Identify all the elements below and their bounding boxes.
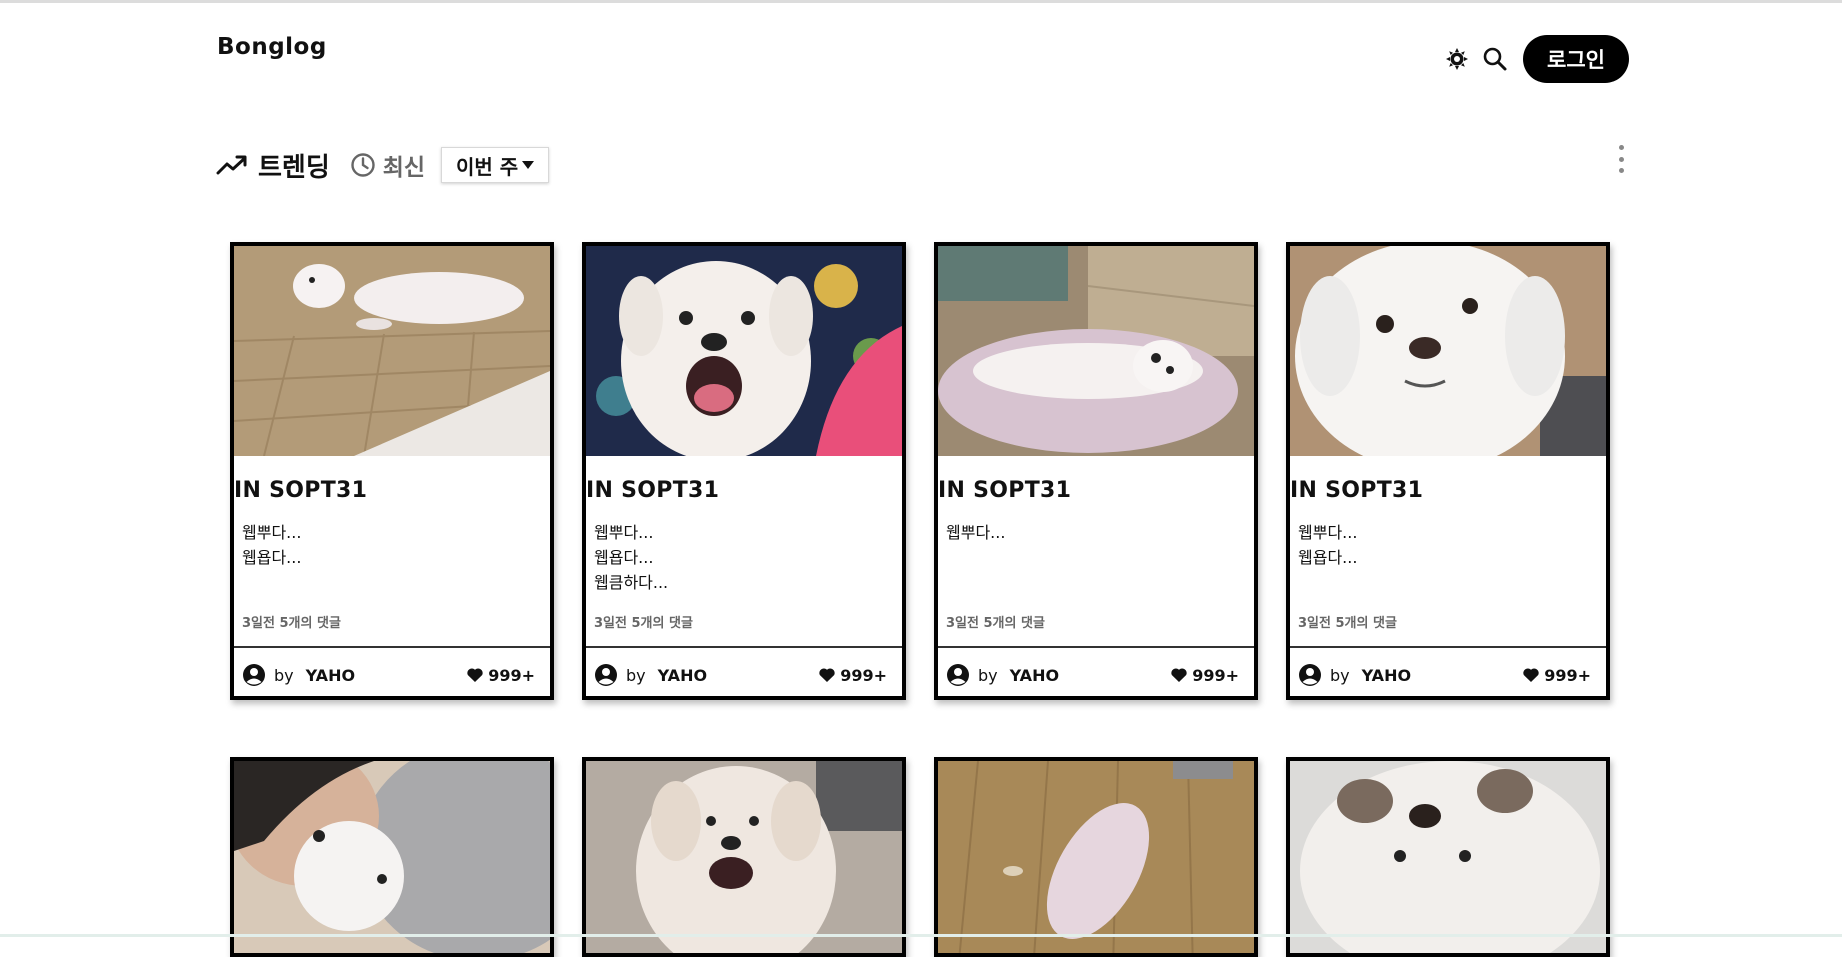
post-author[interactable]: by YAHO: [1298, 663, 1411, 687]
post-excerpt-line: 웹뿌다...: [242, 523, 302, 542]
post-likes[interactable]: 999+: [466, 666, 535, 685]
author-prefix: by: [978, 665, 998, 685]
post-title: IN SOPT31: [234, 478, 368, 503]
post-meta: 3일전 5개의 댓글: [946, 616, 1045, 631]
likes-count: 999+: [1192, 665, 1239, 685]
post-likes[interactable]: 999+: [1170, 666, 1239, 685]
clock-icon: [351, 153, 375, 177]
post-author[interactable]: by YAHO: [946, 663, 1059, 687]
heart-icon: [1171, 668, 1187, 682]
heart-icon: [1523, 668, 1539, 682]
post-excerpt: 웹뿌다... 웹욥다... 웹큼하다...: [586, 520, 902, 612]
tab-trending[interactable]: 트렌딩: [216, 147, 330, 184]
post-excerpt-line: 웹욥다...: [1298, 548, 1358, 567]
caret-down-icon: [522, 161, 535, 169]
post-footer: by YAHO 999+: [938, 646, 1254, 696]
post-thumbnail: [938, 246, 1254, 456]
author-prefix: by: [626, 665, 646, 685]
post-excerpt: 웹뿌다... 웹욥다...: [234, 520, 550, 612]
post-card[interactable]: IN SOPT31 웹뿌다... 3일전 5개의 댓글 by YAHO 999+: [934, 242, 1258, 700]
post-thumbnail: [1290, 246, 1606, 456]
tab-recent-label: 최신: [382, 155, 426, 181]
post-card[interactable]: IN SOPT31 웹뿌다... 웹욥다... 웹큼하다... 3일전 5개의 …: [582, 242, 906, 700]
user-circle-icon: [243, 664, 265, 686]
post-meta: 3일전 5개의 댓글: [594, 616, 693, 631]
period-select-value: 이번 주: [456, 154, 519, 179]
author-name: YAHO: [305, 665, 356, 685]
search-icon[interactable]: [1481, 45, 1509, 73]
user-circle-icon: [1299, 664, 1321, 686]
post-card[interactable]: IN SOPT31 웹뿌다... 웹욥다... 3일전 5개의 댓글 by YA…: [230, 242, 554, 700]
post-excerpt-line: 웹뿌다...: [594, 523, 654, 542]
post-card[interactable]: IN SOPT31 웹뿌다... 웹욥다... 3일전 5개의 댓글 by YA…: [1286, 242, 1610, 700]
post-card[interactable]: [1286, 757, 1610, 957]
post-excerpt-line: 웹욥다...: [594, 548, 654, 567]
user-circle-icon: [947, 664, 969, 686]
author-prefix: by: [1330, 665, 1350, 685]
header-actions: 로그인: [1443, 35, 1629, 83]
post-meta: 3일전 5개의 댓글: [1298, 616, 1397, 631]
post-author[interactable]: by YAHO: [242, 663, 355, 687]
site-logo[interactable]: Bonglog: [217, 34, 327, 60]
likes-count: 999+: [488, 665, 535, 685]
post-footer: by YAHO 999+: [234, 646, 550, 696]
post-excerpt-line: 웹큼하다...: [594, 573, 669, 592]
post-thumbnail: [1290, 761, 1606, 953]
author-name: YAHO: [657, 665, 708, 685]
trending-up-icon: [216, 155, 247, 175]
heart-icon: [819, 668, 835, 682]
top-divider: [0, 0, 1842, 3]
post-card[interactable]: [934, 757, 1258, 957]
post-likes[interactable]: 999+: [818, 666, 887, 685]
heart-icon: [467, 668, 483, 682]
post-footer: by YAHO 999+: [586, 646, 902, 696]
post-author[interactable]: by YAHO: [594, 663, 707, 687]
post-thumbnail: [938, 761, 1254, 953]
tab-trending-label: 트렌딩: [258, 152, 330, 183]
post-card[interactable]: [230, 757, 554, 957]
sun-icon[interactable]: [1443, 45, 1471, 73]
likes-count: 999+: [840, 665, 887, 685]
post-excerpt-line: 웹뿌다...: [946, 523, 1006, 542]
post-excerpt: 웹뿌다... 웹욥다...: [1290, 520, 1606, 612]
tab-recent[interactable]: 최신: [350, 148, 425, 182]
post-footer: by YAHO 999+: [1290, 646, 1606, 696]
post-thumbnail: [234, 761, 550, 953]
more-vertical-icon[interactable]: [1614, 145, 1628, 173]
author-name: YAHO: [1361, 665, 1412, 685]
author-name: YAHO: [1009, 665, 1060, 685]
post-card[interactable]: [582, 757, 906, 957]
user-circle-icon: [595, 664, 617, 686]
post-excerpt-line: 웹욥다...: [242, 548, 302, 567]
post-meta: 3일전 5개의 댓글: [242, 616, 341, 631]
author-prefix: by: [274, 665, 294, 685]
post-likes[interactable]: 999+: [1522, 666, 1591, 685]
post-thumbnail: [234, 246, 550, 456]
post-thumbnail: [586, 761, 902, 953]
post-excerpt-line: 웹뿌다...: [1298, 523, 1358, 542]
post-title: IN SOPT31: [1290, 478, 1424, 503]
post-title: IN SOPT31: [586, 478, 720, 503]
post-title: IN SOPT31: [938, 478, 1072, 503]
post-thumbnail: [586, 246, 902, 456]
period-select[interactable]: 이번 주: [441, 147, 550, 183]
login-button[interactable]: 로그인: [1523, 35, 1629, 83]
feed-tabs: 트렌딩 최신 이번 주: [216, 145, 550, 185]
likes-count: 999+: [1544, 665, 1591, 685]
post-excerpt: 웹뿌다...: [938, 520, 1254, 612]
